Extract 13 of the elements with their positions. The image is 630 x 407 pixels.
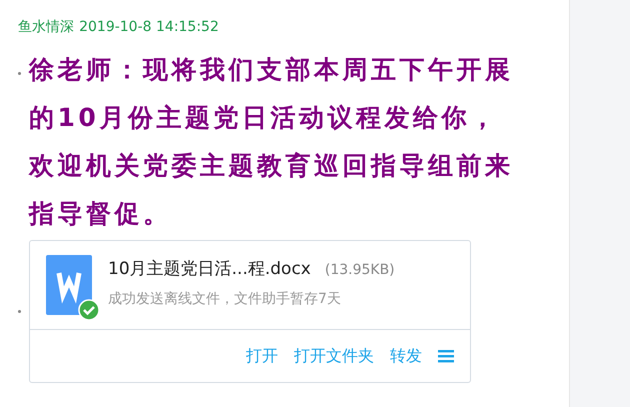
menu-icon[interactable] <box>438 349 454 363</box>
sender-name: 鱼水情深 <box>18 19 74 35</box>
action-link[interactable]: 打开文件夹 <box>294 344 374 368</box>
bullet-dot <box>18 72 21 75</box>
file-name: 10月主题党日活...程.docx <box>108 259 311 279</box>
message-time: 2019-10-8 14:15:52 <box>79 19 219 35</box>
bullet-dot <box>18 310 21 313</box>
action-link[interactable]: 打开 <box>246 344 278 368</box>
message-text: 徐老师：现将我们支部本周五下午开展的10月份主题党日活动议程发给你，欢迎机关党委主题教育巡回指导组前来指导督促。 <box>29 54 514 230</box>
action-link[interactable]: 转发 <box>390 344 422 368</box>
file-size: (13.95KB) <box>324 262 395 278</box>
document-icon <box>46 255 92 315</box>
file-status: 成功发送离线文件，文件助手暂存7天 <box>108 290 342 308</box>
